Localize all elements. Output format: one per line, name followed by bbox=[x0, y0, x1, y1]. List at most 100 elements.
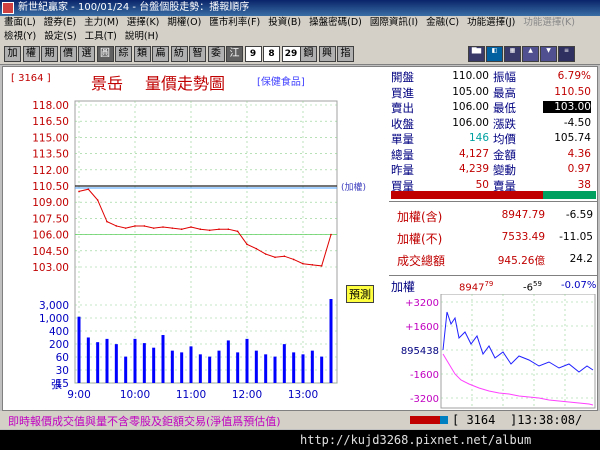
quote-label: 最低 bbox=[493, 101, 516, 115]
toolbar-button[interactable]: 期 bbox=[41, 46, 58, 62]
toolbar-button[interactable]: 9 bbox=[244, 46, 262, 62]
menu-bar: 畫面(L) 證券(E) 主力(M) 選擇(K) 期權(O) 匯市利率(F) 投資(B) 操盤密… bbox=[0, 16, 600, 30]
volume-bar bbox=[77, 316, 81, 383]
volume-bar bbox=[282, 344, 286, 383]
menu-item[interactable]: 證券(E) bbox=[40, 16, 80, 30]
price-tick-label: 118.00 bbox=[32, 100, 69, 112]
page-down-icon[interactable]: ▼ bbox=[540, 46, 557, 62]
mini-change: -659 bbox=[523, 280, 542, 294]
mini-tick-label: 895438 bbox=[401, 346, 439, 357]
page-up-icon[interactable]: ▲ bbox=[522, 46, 539, 62]
volume-bar bbox=[133, 338, 137, 383]
price-point bbox=[292, 258, 295, 261]
toolbar-button[interactable]: 綜 bbox=[115, 46, 132, 62]
toolbar-button[interactable]: 紡 bbox=[170, 46, 188, 62]
forecast-tag[interactable]: 預測 bbox=[346, 285, 374, 303]
toolbar-button[interactable]: 類 bbox=[133, 46, 151, 62]
chart-zoom-icon[interactable]: ◧ bbox=[486, 46, 503, 62]
menu-item[interactable]: 畫面(L) bbox=[0, 16, 40, 30]
menu-item[interactable]: 匯市利率(F) bbox=[205, 16, 264, 30]
volume-bar bbox=[86, 337, 90, 383]
toolbar-button[interactable]: 指 bbox=[337, 46, 354, 62]
price-point bbox=[255, 247, 258, 250]
quote-label: 漲跌 bbox=[493, 116, 516, 131]
weighted-tag: (加權) bbox=[341, 183, 367, 193]
time-tick-label: 12:00 bbox=[232, 389, 262, 401]
quote-label: 昨量 bbox=[391, 163, 414, 177]
window-title: 新世紀贏家 - 100/01/24 - 台盤個股走勢：播報順序 bbox=[18, 2, 250, 13]
menu-item[interactable]: 投資(B) bbox=[264, 16, 305, 30]
price-point bbox=[199, 228, 202, 230]
price-tick-label: 115.00 bbox=[32, 132, 69, 144]
price-point bbox=[283, 255, 286, 257]
price-point bbox=[330, 233, 332, 236]
price-point bbox=[190, 226, 192, 228]
toolbar-button[interactable]: 扁 bbox=[152, 46, 169, 62]
toolbar-button[interactable]: 選 bbox=[78, 46, 95, 62]
toolbar-button[interactable]: 8 bbox=[263, 46, 280, 62]
index-summary: 加權(含) 8947.79 -6.59 加權(不) 7533.49 -11.05 成交總額 9… bbox=[389, 201, 597, 274]
menu-item[interactable]: 說明(H) bbox=[121, 30, 163, 44]
menu-item[interactable]: 金融(C) bbox=[422, 16, 463, 30]
price-volume-chart: 118.00 116.50 115.00 113.50 112.00 110.50 109.… bbox=[32, 100, 338, 401]
volume-bar bbox=[142, 343, 146, 383]
volume-bar bbox=[96, 342, 100, 383]
price-point bbox=[302, 262, 304, 265]
chart-icon[interactable]: ▇▆ bbox=[468, 46, 485, 62]
price-point bbox=[134, 225, 136, 227]
price-point bbox=[96, 199, 99, 201]
menu-item[interactable]: 主力(M) bbox=[80, 16, 123, 30]
quote-value: 4.36 bbox=[567, 147, 591, 160]
menu-item[interactable]: 工具(T) bbox=[81, 30, 121, 44]
price-tick-label: 106.00 bbox=[32, 230, 69, 242]
time-tick-label: 13:00 bbox=[288, 389, 318, 401]
toolbar-button[interactable]: 加 bbox=[4, 46, 21, 62]
menu-item[interactable]: 功能選擇(K) bbox=[519, 16, 579, 30]
toolbar-button[interactable]: 價 bbox=[59, 46, 77, 62]
footer-code: [ 3164 bbox=[452, 413, 496, 427]
volume-bar bbox=[264, 354, 268, 383]
quote-value: 110.50 bbox=[554, 85, 591, 98]
price-point bbox=[246, 243, 248, 246]
price-point bbox=[311, 264, 314, 266]
toolbar-button[interactable]: 鋼 bbox=[300, 46, 317, 62]
price-point bbox=[152, 227, 155, 229]
menu-item[interactable]: 檢視(Y) bbox=[0, 30, 40, 44]
calc-icon[interactable]: ▦ bbox=[504, 46, 521, 62]
mini-tick-label: +3200 bbox=[405, 298, 439, 309]
mini-index-panel: 加權 894779 -659 -0.07% +3200 +1600 895438 -1… bbox=[389, 275, 597, 410]
menu-item[interactable]: 選擇(K) bbox=[123, 16, 164, 30]
volume-bar bbox=[310, 350, 314, 383]
toolbar-button[interactable]: 權 bbox=[22, 46, 40, 62]
toolbar-button[interactable]: 智 bbox=[189, 46, 206, 62]
volume-tick-label: 3,000 bbox=[39, 300, 69, 312]
toolbar-button[interactable]: 圓 bbox=[96, 46, 114, 62]
price-point bbox=[78, 190, 80, 193]
volume-tick-label: 200 bbox=[49, 339, 69, 351]
menu-item[interactable]: 操盤密碼(D) bbox=[305, 16, 366, 30]
price-point bbox=[143, 225, 146, 227]
quote-value: 4,239 bbox=[458, 163, 489, 175]
toolbar-button[interactable]: 委 bbox=[207, 46, 225, 62]
toolbar: ▇▆ ◧ ▦ ▲ ▼ ≡ 加權期價選圓綜類扁紡智委江 9 8 29 鋼興指 bbox=[0, 44, 600, 65]
menu-item[interactable]: 設定(S) bbox=[40, 30, 80, 44]
toolbar-button[interactable]: 29 bbox=[281, 46, 301, 62]
toolbar-button[interactable]: 江 bbox=[226, 46, 243, 62]
mini-tick-label: -1600 bbox=[410, 370, 439, 381]
index-label: 成交總額 bbox=[397, 254, 446, 268]
toolbar-button[interactable]: 興 bbox=[318, 46, 336, 62]
time-tick-label: 11:00 bbox=[176, 389, 206, 401]
price-point bbox=[227, 228, 230, 230]
quote-label: 振幅 bbox=[493, 70, 516, 84]
quote-label: 總量 bbox=[391, 147, 414, 162]
footer-time: ]13:38:08/ bbox=[510, 413, 583, 427]
volume-bar bbox=[292, 352, 296, 383]
app-icon bbox=[2, 2, 14, 14]
menu-item[interactable]: 功能選擇(J) bbox=[463, 16, 519, 30]
menu-item[interactable]: 期權(O) bbox=[163, 16, 205, 30]
volume-bar bbox=[245, 338, 249, 383]
page-list-icon[interactable]: ≡ bbox=[558, 46, 575, 62]
quote-value: 38 bbox=[577, 178, 591, 191]
menu-item[interactable]: 國際資訊(I) bbox=[366, 16, 422, 30]
index-value: 8947.79 bbox=[501, 209, 545, 221]
